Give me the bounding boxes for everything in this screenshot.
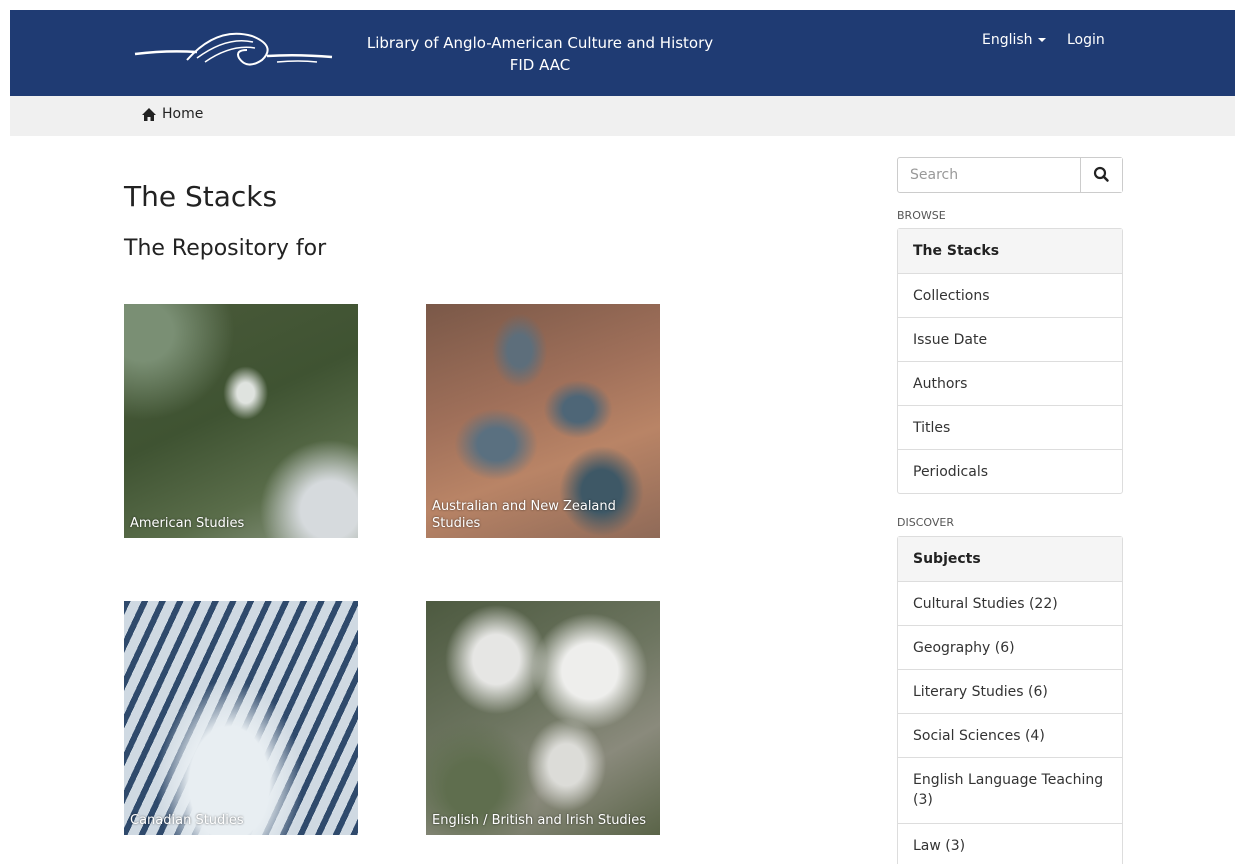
tile-caption: Canadian Studies (130, 813, 244, 828)
subject-item-cultural-studies[interactable]: Cultural Studies (22) (898, 581, 1122, 625)
search-form (897, 157, 1123, 193)
breadcrumb-bar: Home (10, 96, 1235, 136)
home-icon (142, 107, 156, 121)
page-subtitle: The Repository for (124, 236, 327, 261)
login-link[interactable]: Login (1067, 32, 1105, 48)
site-title[interactable]: Library of Anglo-American Culture and Hi… (340, 32, 740, 76)
tile-caption: American Studies (130, 516, 245, 531)
language-dropdown[interactable]: English (982, 32, 1046, 48)
browse-item-periodicals[interactable]: Periodicals (898, 449, 1122, 493)
search-icon (1093, 166, 1109, 182)
browse-list: The Stacks Collections Issue Date Author… (897, 228, 1123, 494)
search-input[interactable] (898, 158, 1081, 192)
community-tile-american-studies[interactable]: American Studies (124, 304, 358, 538)
community-tile-canadian-studies[interactable]: Canadian Studies (124, 601, 358, 835)
subject-item-literary-studies[interactable]: Literary Studies (6) (898, 669, 1122, 713)
language-label: English (982, 32, 1033, 48)
browse-heading: BROWSE (897, 209, 946, 222)
top-navbar: Library of Anglo-American Culture and Hi… (10, 10, 1235, 96)
page-title: The Stacks (124, 180, 278, 213)
browse-item-titles[interactable]: Titles (898, 405, 1122, 449)
discover-list: Subjects Cultural Studies (22) Geography… (897, 536, 1123, 864)
library-logo[interactable] (127, 24, 337, 76)
search-button[interactable] (1080, 158, 1122, 192)
breadcrumb-home-label: Home (162, 106, 204, 122)
site-title-line1: Library of Anglo-American Culture and Hi… (366, 34, 714, 52)
subject-item-social-sciences[interactable]: Social Sciences (4) (898, 713, 1122, 757)
breadcrumb-home[interactable]: Home (142, 106, 203, 122)
subject-item-law[interactable]: Law (3) (898, 823, 1122, 864)
caret-down-icon (1037, 38, 1046, 42)
browse-item-issue-date[interactable]: Issue Date (898, 317, 1122, 361)
tile-caption: English / British and Irish Studies (432, 813, 647, 828)
subject-item-english-language-teaching[interactable]: English Language Teaching (3) (898, 757, 1122, 823)
discover-heading: DISCOVER (897, 516, 954, 529)
browse-item-collections[interactable]: Collections (898, 273, 1122, 317)
tile-caption: Australian and New Zealand Studies (432, 499, 616, 531)
subject-item-geography[interactable]: Geography (6) (898, 625, 1122, 669)
community-tile-australian-nz-studies[interactable]: Australian and New Zealand Studies (426, 304, 660, 538)
site-title-line2: FID AAC (509, 56, 571, 74)
community-tile-english-british-irish-studies[interactable]: English / British and Irish Studies (426, 601, 660, 835)
browse-item-authors[interactable]: Authors (898, 361, 1122, 405)
discover-subjects-header: Subjects (898, 537, 1122, 581)
browse-item-the-stacks: The Stacks (898, 229, 1122, 273)
